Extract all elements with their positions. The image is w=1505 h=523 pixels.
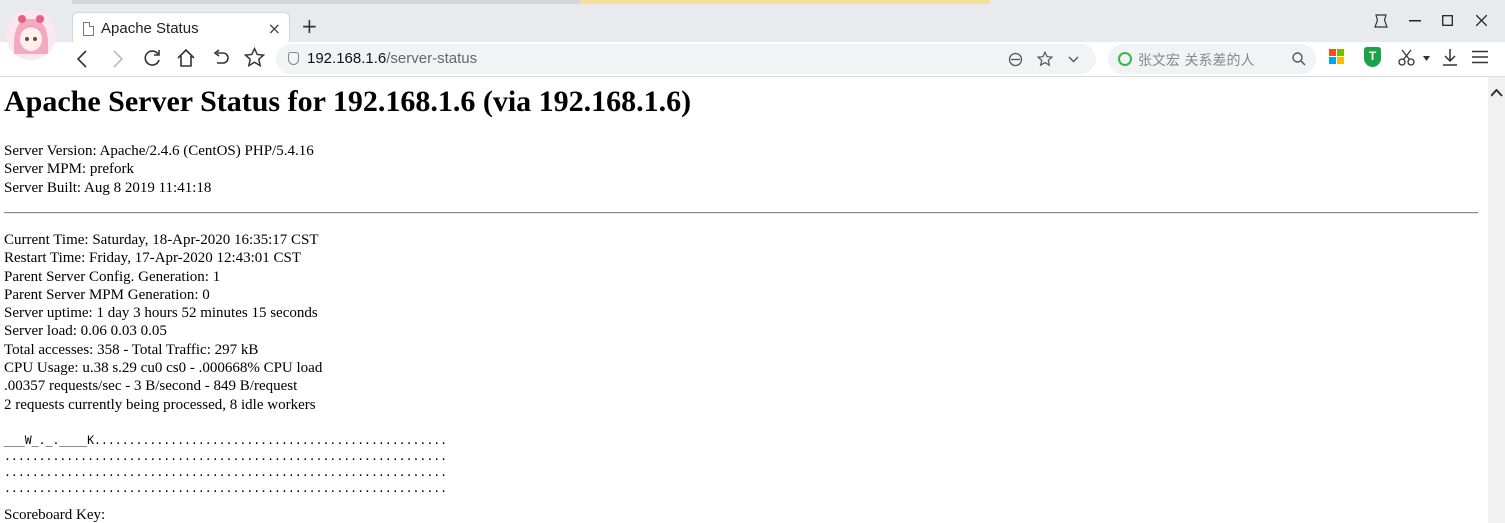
collection-icon[interactable] xyxy=(1374,14,1388,28)
tab-title: Apache Status xyxy=(101,20,199,37)
scroll-up-arrow-icon[interactable] xyxy=(1491,89,1505,105)
page-heading: Apache Server Status for 192.168.1.6 (vi… xyxy=(4,85,692,118)
config-generation: Parent Server Config. Generation: 1 xyxy=(4,268,221,285)
home-icon[interactable] xyxy=(176,48,196,68)
request-rate: .00357 requests/sec - 3 B/second - 849 B… xyxy=(4,378,298,395)
status-details: Current Time: Saturday, 18-Apr-2020 16:3… xyxy=(4,231,322,414)
search-engine-icon xyxy=(1118,52,1132,66)
tab-apache-status[interactable]: Apache Status × xyxy=(72,12,290,46)
scissors-dropdown-icon[interactable] xyxy=(1423,56,1430,61)
reload-icon[interactable] xyxy=(142,48,162,68)
worker-summary: 2 requests currently being processed, 8 … xyxy=(4,396,316,413)
tab-bar: Apache Status × + xyxy=(0,4,1505,46)
mpm-generation: Parent Server MPM Generation: 0 xyxy=(4,286,210,303)
search-input[interactable]: 张文宏 关系差的人 xyxy=(1138,50,1254,70)
vertical-scrollbar[interactable] xyxy=(1488,77,1505,523)
server-built: Server Built: Aug 8 2019 11:41:18 xyxy=(4,179,212,196)
page-content: Apache Server Status for 192.168.1.6 (vi… xyxy=(0,77,1488,523)
search-icon[interactable] xyxy=(1292,52,1306,66)
forward-icon[interactable] xyxy=(112,50,124,68)
scoreboard: ___W_._.____K...........................… xyxy=(4,432,447,496)
server-uptime: Server uptime: 1 day 3 hours 52 minutes … xyxy=(4,305,318,322)
avatar[interactable] xyxy=(6,10,56,60)
back-icon[interactable] xyxy=(76,50,88,68)
total-accesses: Total accesses: 358 - Total Traffic: 297… xyxy=(4,341,259,358)
apps-grid-icon[interactable] xyxy=(1329,49,1345,65)
site-security-icon[interactable] xyxy=(288,52,299,65)
scoreboard-key-label: Scoreboard Key: xyxy=(4,507,106,523)
server-version: Server Version: Apache/2.4.6 (CentOS) PH… xyxy=(4,143,314,159)
restart-time: Restart Time: Friday, 17-Apr-2020 12:43:… xyxy=(4,250,302,267)
address-bar[interactable]: 192.168.1.6/server-status xyxy=(276,44,1096,74)
scoreboard-row: ........................................… xyxy=(4,481,448,495)
screenshot-scissors-icon[interactable] xyxy=(1398,49,1415,66)
server-load: Server load: 0.06 0.03 0.05 xyxy=(4,323,167,340)
tab-close-icon[interactable]: × xyxy=(268,19,281,38)
maximize-icon[interactable] xyxy=(1442,15,1453,26)
address-url[interactable]: 192.168.1.6/server-status xyxy=(307,50,477,67)
window-close-icon[interactable] xyxy=(1476,15,1487,26)
new-tab-button[interactable]: + xyxy=(301,14,318,38)
download-icon[interactable] xyxy=(1442,48,1458,66)
scoreboard-row: ........................................… xyxy=(4,449,448,463)
scoreboard-row: ........................................… xyxy=(4,465,448,479)
minimize-icon[interactable] xyxy=(1409,20,1421,22)
scoreboard-row: ___W_._.____K...........................… xyxy=(4,433,448,447)
search-box[interactable]: 张文宏 关系差的人 xyxy=(1108,44,1316,74)
undo-close-tab-icon[interactable] xyxy=(211,48,231,68)
security-shield-icon[interactable]: T xyxy=(1364,47,1381,67)
chevron-down-icon[interactable] xyxy=(1068,56,1079,63)
bookmark-star-icon[interactable] xyxy=(1037,51,1053,67)
server-info: Server Version: Apache/2.4.6 (CentOS) PH… xyxy=(4,142,314,197)
document-icon xyxy=(83,22,94,36)
cpu-usage: CPU Usage: u.38 s.29 cu0 cs0 - .000668% … xyxy=(4,360,323,377)
current-time: Current Time: Saturday, 18-Apr-2020 16:3… xyxy=(4,232,319,248)
navigation-toolbar: 192.168.1.6/server-status 张文宏 关系差的人 T xyxy=(0,42,1505,77)
compatibility-mode-icon[interactable] xyxy=(1008,52,1023,67)
server-mpm: Server MPM: prefork xyxy=(4,161,134,178)
menu-icon[interactable] xyxy=(1472,50,1488,64)
divider xyxy=(4,212,1478,214)
favorite-star-icon[interactable] xyxy=(244,47,265,68)
